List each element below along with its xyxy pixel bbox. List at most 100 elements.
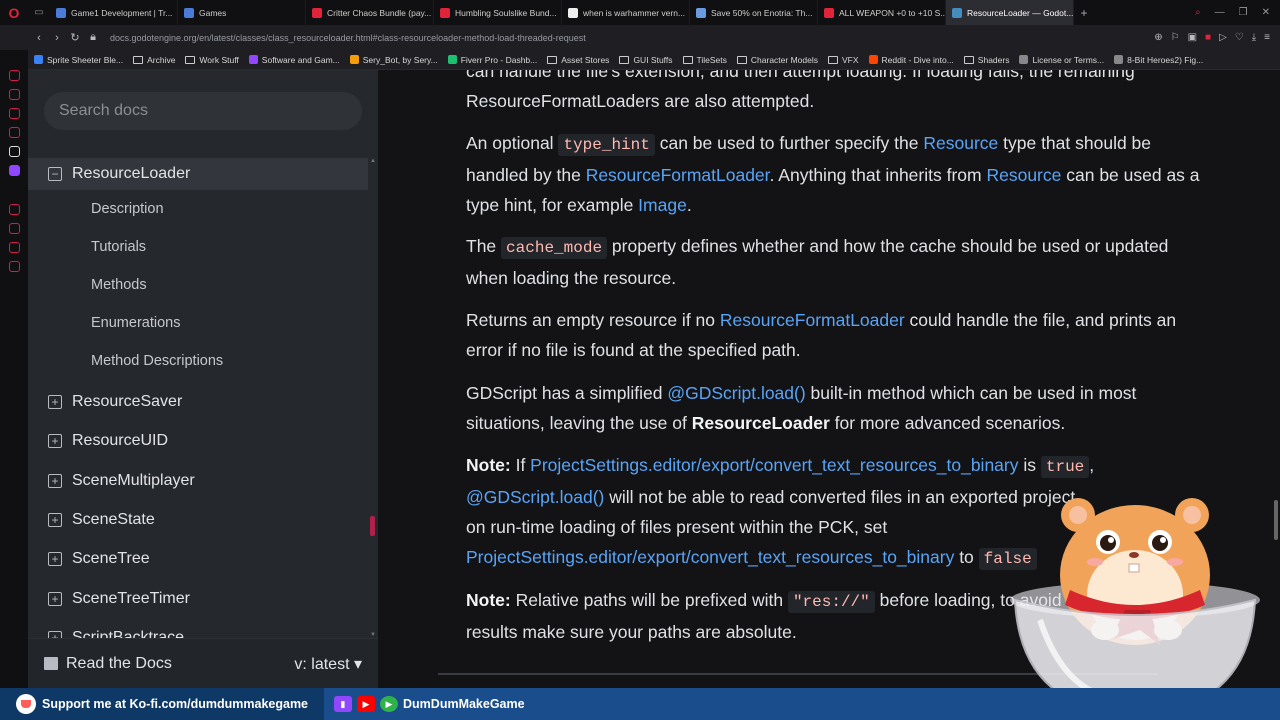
bookmark-item[interactable]: Character Models	[736, 55, 818, 65]
close-window-icon[interactable]: ✕	[1262, 7, 1270, 18]
minimize-icon[interactable]: —	[1215, 7, 1225, 18]
snapshot-icon[interactable]: ▣	[1188, 32, 1197, 43]
read-the-docs-footer[interactable]: Read the Docs v: latest ▾	[28, 638, 378, 688]
bookmark-item[interactable]: Sprite Sheeter Ble...	[34, 55, 123, 65]
url-field[interactable]: docs.godotengine.org/en/latest/classes/c…	[110, 33, 1154, 43]
zoom-icon[interactable]: ⊕	[1154, 32, 1162, 43]
sidebar-app-icon[interactable]	[8, 89, 20, 100]
nav-item[interactable]: + ResourceUID	[28, 430, 368, 452]
note-label: Note:	[466, 590, 511, 610]
link-project-settings[interactable]: ProjectSettings.editor/export/convert_te…	[466, 547, 954, 567]
browser-tab[interactable]: Game1 Development | Tr...	[50, 0, 178, 25]
expand-icon[interactable]: +	[48, 552, 62, 567]
sidebar-app-icon[interactable]	[8, 108, 20, 119]
link-resource[interactable]: Resource	[923, 133, 998, 153]
link-image[interactable]: Image	[638, 195, 687, 215]
sidebar-app-icon[interactable]	[8, 146, 20, 157]
browser-tab[interactable]: when is warhammer vern...	[562, 0, 690, 25]
sidebar-app-icon[interactable]	[8, 127, 20, 138]
search-input[interactable]: Search docs	[44, 92, 362, 130]
bookmark-favicon-icon	[868, 55, 878, 64]
browser-tab[interactable]: Critter Chaos Bundle (pay...	[306, 0, 434, 25]
bookmark-label: Reddit - Dive into...	[881, 54, 954, 65]
nav-subitem[interactable]: Enumerations	[91, 315, 180, 331]
expand-icon[interactable]: +	[48, 512, 62, 527]
link-resource-format-loader[interactable]: ResourceFormatLoader	[720, 310, 905, 330]
scroll-thumb[interactable]	[370, 516, 375, 536]
sidebar-scrollbar[interactable]: ▲ ▼	[370, 158, 376, 638]
nav-item[interactable]: + ResourceSaver	[28, 391, 368, 413]
expand-icon[interactable]: +	[48, 591, 62, 606]
content-scrollbar[interactable]	[1274, 500, 1278, 540]
heart-icon[interactable]: ♡	[1235, 32, 1244, 43]
nav-item[interactable]: + SceneTreeTimer	[28, 588, 368, 610]
expand-icon[interactable]: +	[48, 630, 62, 638]
link-gdscript-load[interactable]: @GDScript.load()	[667, 383, 805, 403]
search-tabs-icon[interactable]: ⌕	[1195, 7, 1201, 18]
download-icon[interactable]: ⤓	[1252, 32, 1256, 43]
collapse-icon[interactable]: −	[48, 167, 62, 181]
settings-icon[interactable]	[8, 261, 20, 272]
nav-item[interactable]: + SceneState	[28, 509, 368, 531]
bookmark-page-icon[interactable]: ⚐	[1171, 32, 1180, 43]
sidebar-app-icon[interactable]	[8, 70, 20, 81]
browser-tab[interactable]: Save 50% on Enotria: Th...	[690, 0, 818, 25]
version-selector[interactable]: v: latest ▾	[294, 654, 362, 674]
opera-logo-icon[interactable]: O	[0, 0, 28, 25]
link-resource[interactable]: Resource	[986, 165, 1061, 185]
bookmark-item[interactable]: VFX	[827, 54, 859, 65]
bookmark-item[interactable]: Software and Gam...	[248, 55, 340, 65]
bookmark-favicon-icon	[1114, 55, 1124, 64]
new-tab-button[interactable]: +	[1074, 6, 1094, 20]
history-icon[interactable]	[8, 223, 20, 234]
scroll-up-icon[interactable]: ▲	[370, 158, 376, 164]
bookmark-item[interactable]: TileSets	[682, 55, 727, 65]
back-icon[interactable]: ‹	[30, 32, 48, 44]
twitch-icon[interactable]	[8, 165, 20, 176]
nav-item[interactable]: + SceneTree	[28, 548, 368, 570]
expand-icon[interactable]: +	[48, 434, 62, 449]
sidebar-app-icon[interactable]	[8, 204, 20, 215]
bookmark-item[interactable]: Fiverr Pro - Dashb...	[447, 55, 537, 65]
menu-icon[interactable]: ≡	[1264, 32, 1270, 43]
bookmark-item[interactable]: Work Stuff	[185, 55, 239, 65]
forward-icon[interactable]: ›	[48, 32, 66, 44]
expand-icon[interactable]: +	[48, 395, 62, 409]
kofi-banner[interactable]: Support me at Ko-fi.com/dumdummakegame	[0, 688, 325, 720]
browser-tab[interactable]: Games	[178, 0, 306, 25]
sidebar-app-icon[interactable]	[8, 242, 20, 253]
nav-item[interactable]: + ScriptBacktrace	[28, 627, 368, 638]
link-gdscript-load[interactable]: @GDScript.load()	[466, 487, 604, 507]
nav-subitem[interactable]: Description	[91, 201, 164, 217]
reload-icon[interactable]: ↻	[66, 31, 84, 44]
link-project-settings[interactable]: ProjectSettings.editor/export/convert_te…	[530, 455, 1018, 475]
nav-item-current[interactable]: − ResourceLoader	[28, 158, 368, 190]
tab-label: Save 50% on Enotria: Th...	[711, 7, 813, 18]
paragraph-cache-mode: The cache_mode property defines whether …	[466, 231, 1206, 293]
bookmark-label: GUI Stuffs	[633, 54, 673, 65]
bookmark-item[interactable]: Sery_Bot, by Sery...	[349, 55, 438, 65]
bookmark-item[interactable]: Reddit - Dive into...	[868, 54, 954, 65]
maximize-icon[interactable]: ❐	[1239, 7, 1248, 18]
nav-subitem[interactable]: Methods	[91, 277, 147, 293]
bookmark-item[interactable]: Asset Stores	[547, 55, 609, 65]
link-resource-format-loader[interactable]: ResourceFormatLoader	[586, 165, 770, 185]
bookmark-item[interactable]: Shaders	[963, 55, 1009, 65]
nav-item[interactable]: + SceneMultiplayer	[28, 470, 368, 492]
player-icon[interactable]: ▷	[1219, 32, 1227, 43]
tab-menu-icon[interactable]: ▭	[28, 0, 50, 25]
text: Returns an empty resource if no	[466, 310, 720, 330]
bookmark-item[interactable]: 8-Bit Heroes2) Fig...	[1114, 55, 1203, 65]
browser-tab[interactable]: ResourceLoader — Godot...✕	[946, 0, 1074, 25]
browser-tab[interactable]: ALL WEAPON +0 to +10 S...	[818, 0, 946, 25]
bookmark-label: VFX	[841, 54, 859, 65]
expand-icon[interactable]: +	[48, 473, 62, 488]
nav-subitem[interactable]: Tutorials	[91, 239, 146, 255]
nav-subitem[interactable]: Method Descriptions	[91, 353, 223, 369]
bookmark-item[interactable]: License or Terms...	[1019, 55, 1104, 65]
browser-tab[interactable]: Humbling Soulslike Bund...	[434, 0, 562, 25]
bookmark-item[interactable]: Archive	[133, 55, 175, 65]
bookmark-favicon-icon	[1019, 55, 1029, 64]
bookmark-item[interactable]: GUI Stuffs	[619, 54, 673, 65]
shield-icon[interactable]: ■	[1205, 32, 1211, 43]
